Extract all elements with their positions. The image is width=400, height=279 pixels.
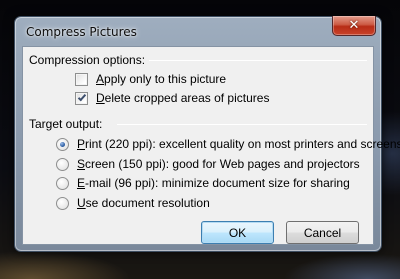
compression-options-divider (149, 60, 367, 61)
radio-use-document-resolution[interactable]: Use document resolution (56, 196, 210, 210)
screen-option-label: Screen (150 ppi): good for Web pages and… (77, 157, 360, 171)
radio-print[interactable]: Print (220 ppi): excellent quality on mo… (56, 137, 400, 151)
email-option-label: E-mail (96 ppi): minimize document size … (77, 176, 350, 190)
target-output-divider (117, 124, 367, 125)
document-resolution-label: Use document resolution (77, 196, 210, 210)
apply-only-to-this-picture-checkbox[interactable]: Apply only to this picture (75, 72, 226, 86)
apply-only-label: Apply only to this picture (96, 72, 227, 86)
target-output-label: Target output: (29, 117, 103, 131)
print-option-label: Print (220 ppi): excellent quality on mo… (77, 137, 400, 151)
radio-button (56, 157, 69, 171)
close-button[interactable]: ✕ (332, 16, 376, 36)
title-bar[interactable]: Compress Pictures ✕ (15, 16, 381, 47)
delete-cropped-areas-checkbox[interactable]: Delete cropped areas of pictures (75, 91, 269, 105)
radio-screen[interactable]: Screen (150 ppi): good for Web pages and… (56, 157, 360, 171)
checkbox-box (75, 91, 88, 105)
radio-email[interactable]: E-mail (96 ppi): minimize document size … (56, 176, 350, 190)
dialog-body: Compression options: Apply only to this … (22, 46, 400, 245)
radio-button (56, 196, 69, 210)
close-icon: ✕ (348, 18, 360, 33)
check-icon (77, 92, 86, 102)
radio-button (56, 176, 69, 190)
dialog-title: Compress Pictures (26, 25, 137, 39)
compression-options-label: Compression options: (29, 53, 146, 67)
delete-cropped-label: Delete cropped areas of pictures (96, 91, 270, 105)
ok-button[interactable]: OK (201, 221, 274, 244)
radio-button (56, 137, 69, 151)
compress-pictures-dialog: Compress Pictures ✕ Compression options:… (14, 16, 400, 252)
checkbox-box (75, 72, 88, 86)
cancel-button[interactable]: Cancel (286, 221, 359, 244)
radio-dot-icon (60, 141, 65, 147)
